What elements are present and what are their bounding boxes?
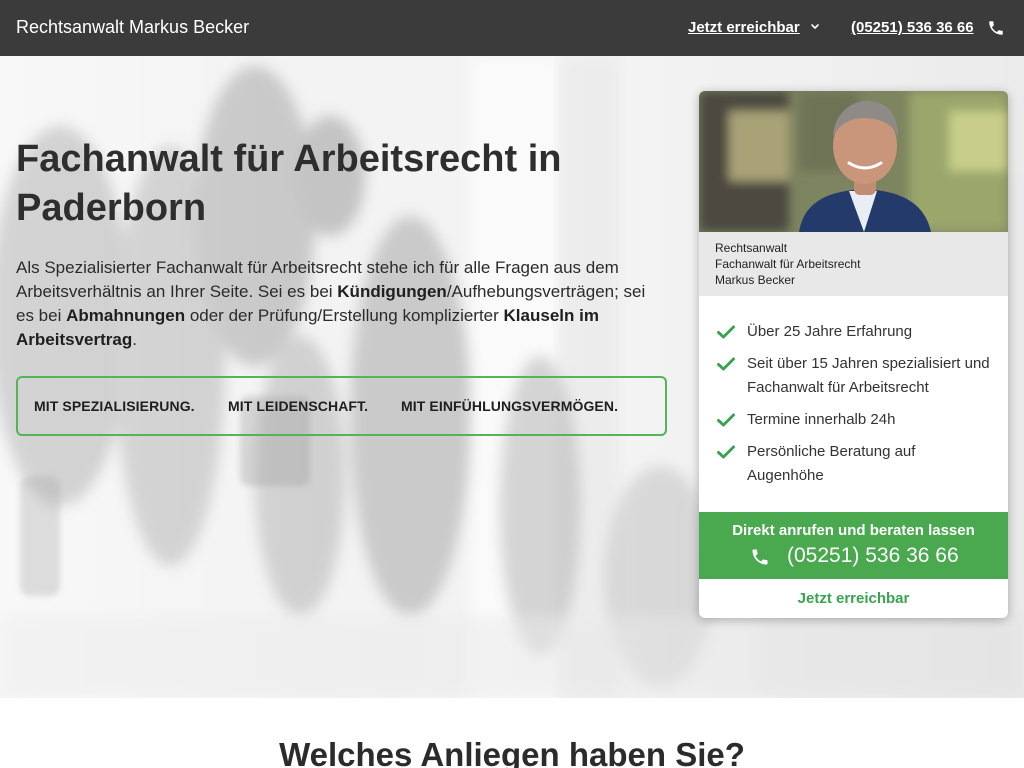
check-icon bbox=[717, 445, 735, 459]
call-button[interactable]: Direkt anrufen und beraten lassen (05251… bbox=[699, 512, 1008, 579]
page-title: Fachanwalt für Arbeitsrecht in Paderborn bbox=[16, 138, 562, 229]
call-button-label: Direkt anrufen und beraten lassen bbox=[732, 522, 975, 539]
lawyer-card: Rechtsanwalt Fachanwalt für Arbeitsrecht… bbox=[699, 91, 1008, 618]
feature-text: Seit über 15 Jahren spezialisiert und Fa… bbox=[747, 355, 990, 396]
value-empathy: MIT EINFÜHLUNGSVERMÖGEN. bbox=[401, 398, 619, 414]
value-passion: MIT LEIDENSCHAFT. bbox=[228, 398, 369, 414]
role-line: Markus Becker bbox=[715, 273, 796, 287]
intro-text-4: . bbox=[132, 330, 137, 349]
section-title: Welches Anliegen haben Sie? bbox=[279, 736, 745, 768]
check-icon bbox=[717, 325, 735, 339]
intro-text-3: oder der Prüfung/Erstellung komplizierte… bbox=[185, 306, 504, 325]
chevron-down-icon[interactable] bbox=[809, 20, 821, 34]
value-specialization: MIT SPEZIALISIERUNG. bbox=[34, 398, 195, 414]
call-button-phone: (05251) 536 36 66 bbox=[787, 544, 959, 567]
check-icon bbox=[717, 357, 735, 371]
check-icon bbox=[717, 413, 735, 427]
hero-intro: Als Spezialisierter Fachanwalt für Arbei… bbox=[16, 256, 666, 352]
intro-bold-abmahnungen: Abmahnungen bbox=[66, 306, 186, 325]
site-brand[interactable]: Rechtsanwalt Markus Becker bbox=[16, 17, 249, 38]
top-navbar: Rechtsanwalt Markus Becker Jetzt erreich… bbox=[0, 0, 1024, 56]
feature-text: Über 25 Jahre Erfahrung bbox=[747, 323, 913, 340]
intro-bold-kuendigungen: Kündigungen bbox=[337, 282, 447, 301]
values-box: MIT SPEZIALISIERUNG. MIT LEIDENSCHAFT. M… bbox=[16, 376, 667, 436]
feature-text: Persönliche Beratung auf Augenhöhe bbox=[747, 443, 916, 484]
availability-link[interactable]: Jetzt erreichbar bbox=[699, 590, 1008, 607]
availability-dropdown[interactable]: Jetzt erreichbar bbox=[688, 19, 800, 36]
header-phone-link[interactable]: (05251) 536 36 66 bbox=[851, 19, 974, 36]
phone-icon bbox=[752, 549, 768, 565]
lawyer-portrait bbox=[699, 91, 1008, 232]
lawyer-role: Rechtsanwalt Fachanwalt für Arbeitsrecht… bbox=[699, 232, 1008, 296]
role-line: Rechtsanwalt bbox=[715, 241, 788, 255]
feature-text: Termine innerhalb 24h bbox=[747, 411, 896, 428]
role-line: Fachanwalt für Arbeitsrecht bbox=[715, 257, 861, 271]
phone-icon[interactable] bbox=[987, 19, 1005, 37]
